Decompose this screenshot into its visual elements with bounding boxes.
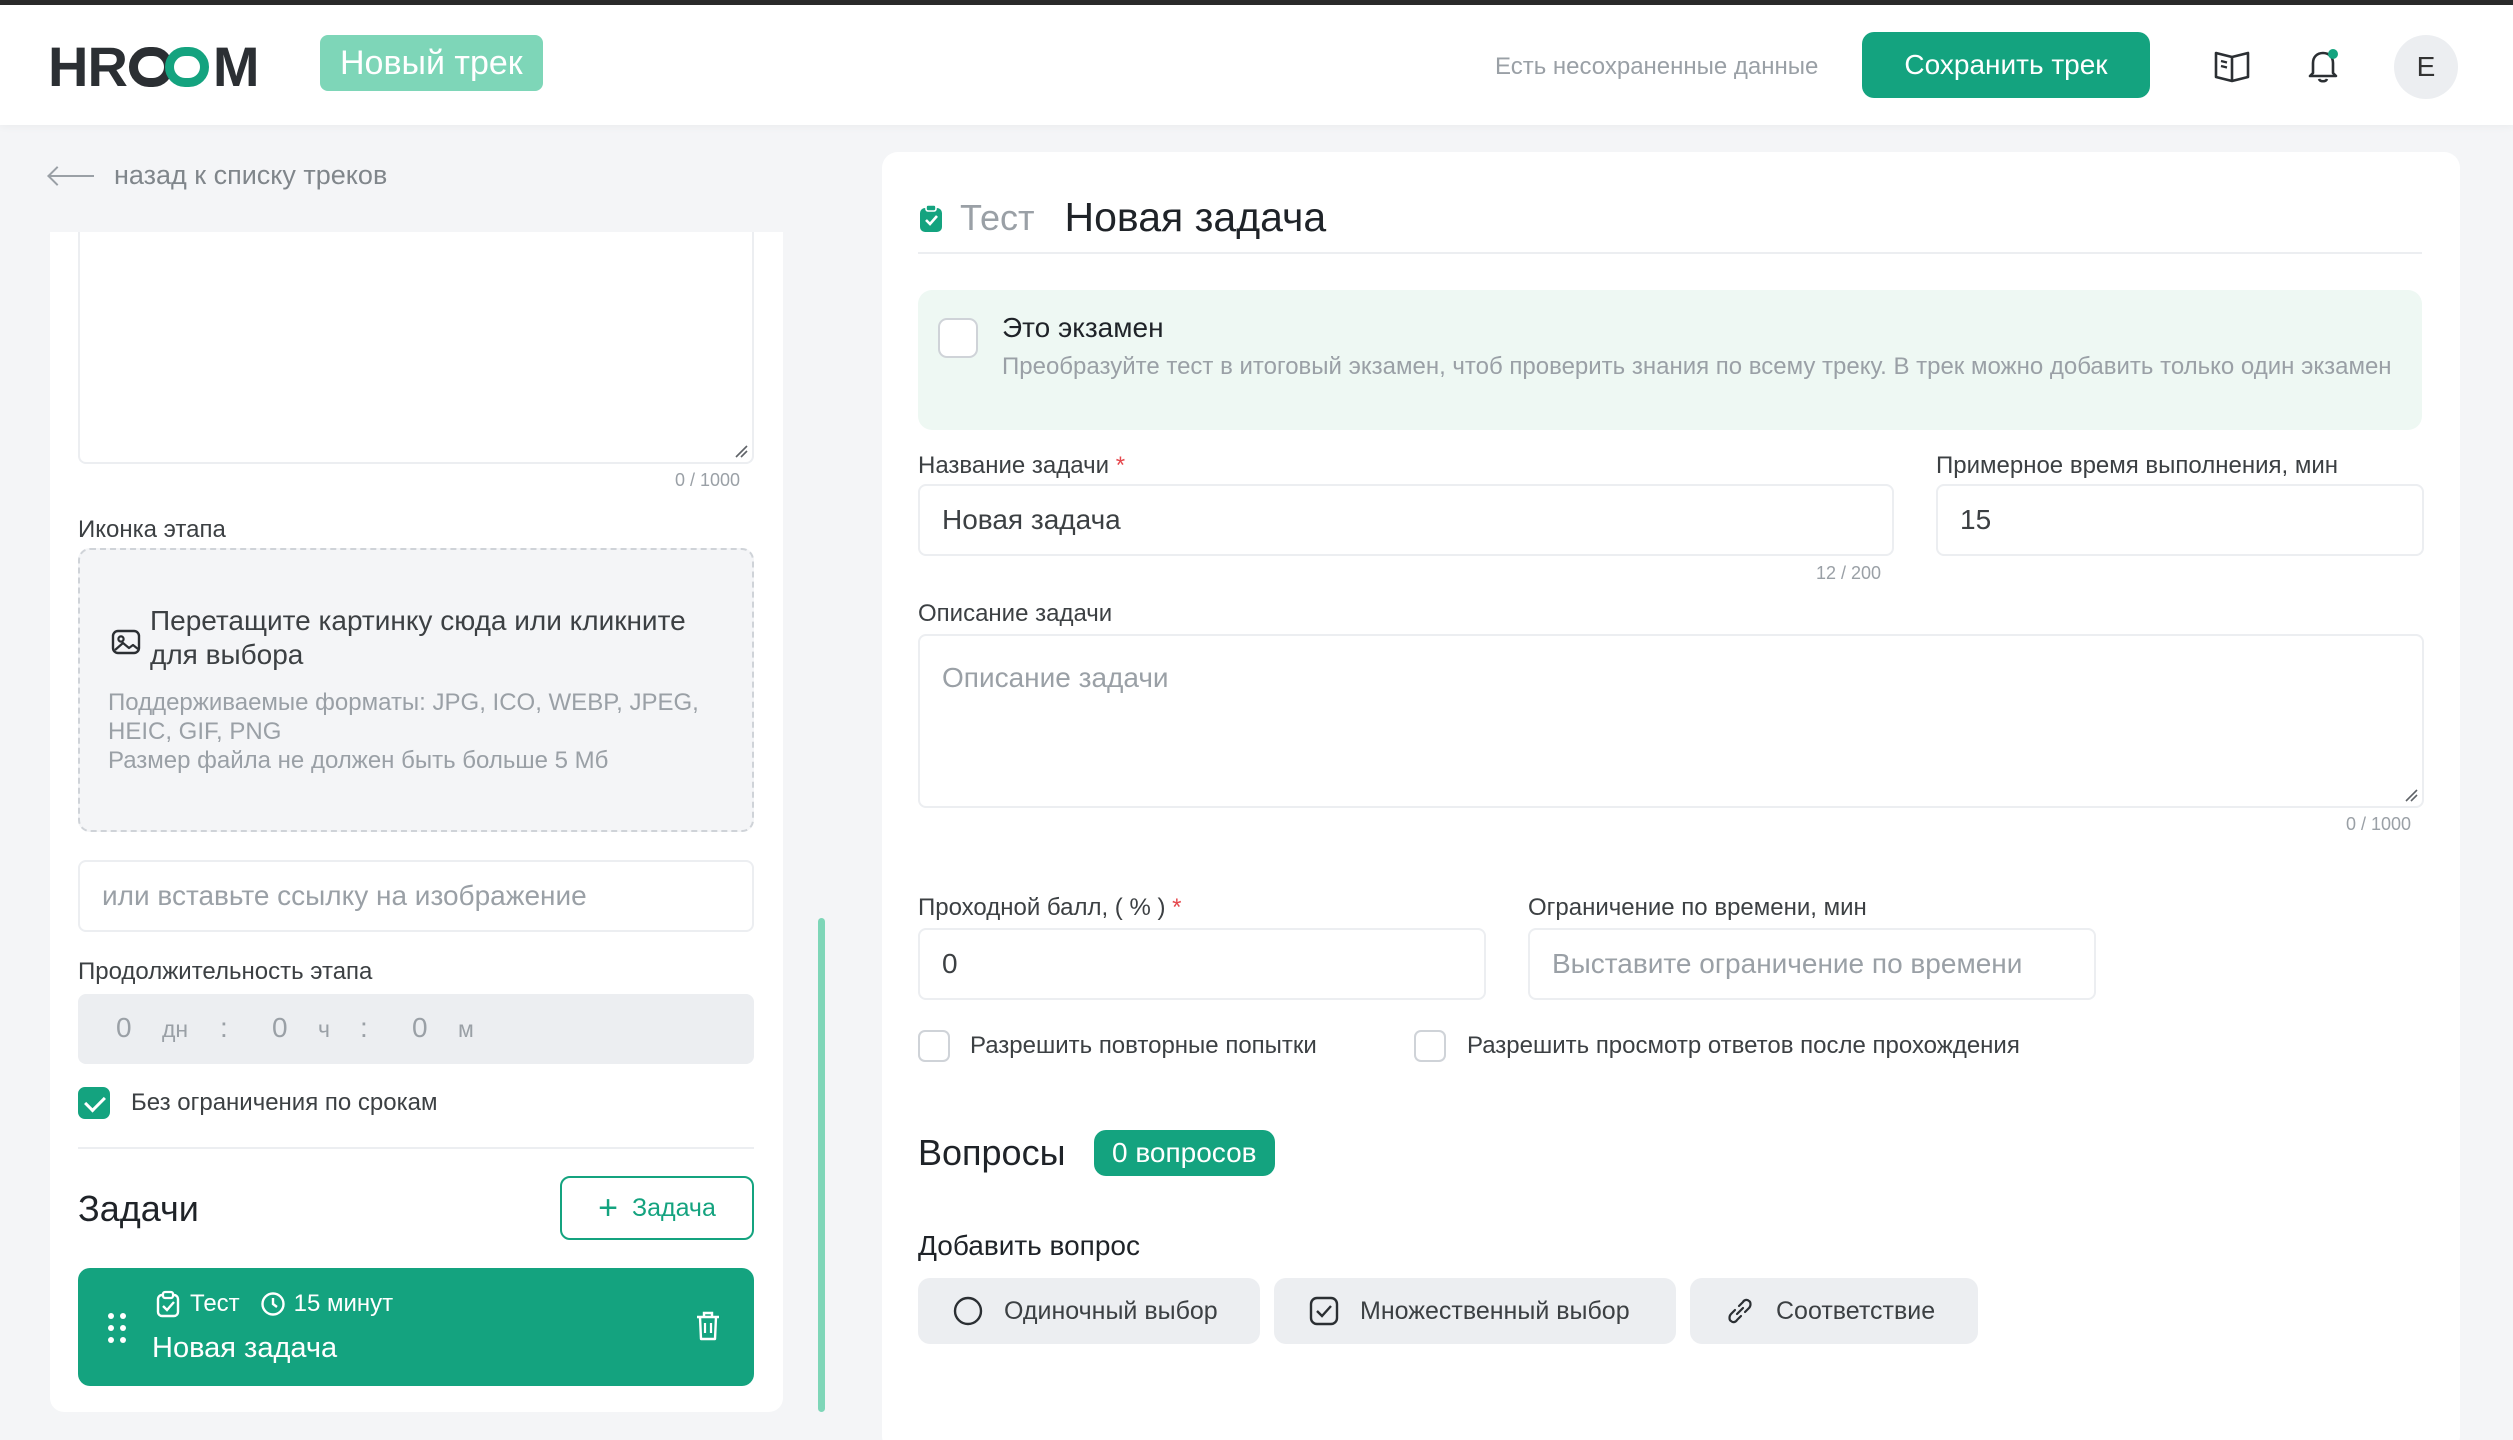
task-duration: 15 минут: [293, 1290, 394, 1317]
image-url-input[interactable]: или вставьте ссылку на изображение: [78, 860, 754, 932]
dropzone-formats: Поддерживаемые форматы: JPG, ICO, WEBP, …: [108, 689, 699, 745]
back-to-tracks-link[interactable]: назад к списку треков: [50, 160, 387, 191]
stage-description-counter: 0 / 1000: [675, 470, 741, 490]
duration-days[interactable]: 0: [116, 1012, 132, 1044]
task-name: Новая задача: [152, 1332, 338, 1364]
book-icon[interactable]: [2212, 45, 2252, 85]
plus-icon: +: [598, 1189, 618, 1227]
exam-description: Преобразуйте тест в итоговый экзамен, чт…: [1002, 353, 2392, 380]
duration-hours[interactable]: 0: [272, 1012, 288, 1044]
duration-minutes[interactable]: 0: [412, 1012, 428, 1044]
left-scrollbar[interactable]: [818, 918, 825, 1412]
estimated-time-input[interactable]: 15: [1936, 484, 2424, 556]
duration-hours-unit: ч: [318, 1016, 330, 1042]
app-header: HR M Новый трек Есть несохраненные данны…: [0, 5, 2513, 125]
trash-icon[interactable]: [694, 1310, 722, 1342]
multiple-choice-label: Множественный выбор: [1360, 1296, 1630, 1325]
required-mark: *: [1172, 894, 1182, 921]
questions-count-badge: 0 вопросов: [1094, 1130, 1275, 1176]
add-task-button[interactable]: + Задача: [560, 1176, 754, 1240]
task-card[interactable]: Тест 15 минут Новая задача: [78, 1268, 754, 1386]
back-label: назад к списку треков: [114, 160, 388, 190]
allow-retry-checkbox[interactable]: [918, 1030, 950, 1062]
clipboard-check-icon: [920, 203, 942, 232]
task-name-label: Название задачи *: [918, 452, 1126, 479]
radio-icon: [953, 1296, 983, 1326]
tasks-title: Задачи: [78, 1188, 199, 1229]
allow-retry-label: Разрешить повторные попытки: [970, 1032, 1317, 1059]
checkbox-icon: [1309, 1296, 1339, 1326]
duration-separator: :: [220, 1012, 228, 1043]
resize-handle-icon[interactable]: [734, 444, 748, 458]
task-editor-title: Новая задача: [1064, 194, 1327, 240]
logo-text-right: M: [212, 35, 260, 98]
logo-text-left: HR: [48, 35, 128, 98]
task-description-placeholder: Описание задачи: [942, 662, 1169, 693]
duration-minutes-unit: м: [458, 1016, 474, 1042]
task-name-counter: 12 / 200: [1816, 563, 1882, 583]
page-badge: Новый трек: [320, 35, 543, 91]
divider: [918, 252, 2422, 254]
exam-toggle-box[interactable]: Это экзамен Преобразуйте тест в итоговый…: [918, 290, 2422, 430]
clock-icon: [260, 1292, 285, 1316]
logo-rings-icon: [128, 47, 211, 87]
task-name-input[interactable]: Новая задача: [918, 484, 1894, 556]
dropzone-size-limit: Размер файла не должен быть больше 5 Мб: [108, 747, 609, 774]
add-task-label: Задача: [631, 1193, 716, 1222]
link-icon: [1728, 1298, 1752, 1324]
logo[interactable]: HR M: [48, 35, 260, 98]
exam-checkbox[interactable]: [938, 318, 978, 358]
dropzone-hint: Поддерживаемые форматы: JPG, ICO, WEBP, …: [108, 688, 738, 775]
pass-score-label: Проходной балл, ( % ) *: [918, 894, 1182, 921]
task-meta: Тест 15 минут: [154, 1290, 393, 1318]
stage-description-textarea[interactable]: [78, 232, 754, 464]
time-limit-input[interactable]: Выставите ограничение по времени: [1528, 928, 2096, 1000]
duration-separator: :: [360, 1012, 368, 1043]
allow-view-answers-checkbox[interactable]: [1414, 1030, 1446, 1062]
drag-handle-icon[interactable]: [106, 1312, 128, 1344]
task-description-label: Описание задачи: [918, 600, 1113, 627]
dropzone-instruction: Перетащите картинку сюда или кликните дл…: [150, 605, 686, 670]
matching-label: Соответствие: [1776, 1296, 1936, 1325]
single-choice-label: Одиночный выбор: [1004, 1296, 1218, 1325]
bell-icon[interactable]: [2303, 45, 2343, 85]
task-editor-header: Тест Новая задача: [918, 194, 1326, 241]
time-limit-label: Ограничение по времени, мин: [1528, 894, 1867, 921]
task-type-label: Тест: [960, 196, 1035, 238]
allow-view-answers-label: Разрешить просмотр ответов после прохожд…: [1467, 1032, 2020, 1059]
pass-score-input[interactable]: 0: [918, 928, 1486, 1000]
add-matching-button[interactable]: Соответствие: [1690, 1278, 1978, 1344]
questions-title: Вопросы: [918, 1132, 1066, 1173]
estimated-time-label: Примерное время выполнения, мин: [1936, 452, 2338, 479]
exam-title: Это экзамен: [1002, 312, 1164, 343]
duration-input[interactable]: 0 дн : 0 ч : 0 м: [78, 994, 754, 1064]
unsaved-status: Есть несохраненные данные: [1495, 53, 1819, 80]
save-track-button[interactable]: Сохранить трек: [1862, 32, 2150, 98]
task-type: Тест: [190, 1290, 240, 1317]
add-single-choice-button[interactable]: Одиночный выбор: [918, 1278, 1260, 1344]
add-multiple-choice-button[interactable]: Множественный выбор: [1274, 1278, 1676, 1344]
resize-handle-icon[interactable]: [2404, 788, 2418, 802]
task-description-textarea[interactable]: Описание задачи: [918, 634, 2424, 808]
user-avatar[interactable]: E: [2394, 35, 2458, 99]
stage-icon-label: Иконка этапа: [78, 516, 226, 543]
image-dropzone[interactable]: Перетащите картинку сюда или кликните дл…: [78, 548, 754, 832]
task-description-counter: 0 / 1000: [2346, 814, 2412, 834]
clipboard-check-icon: [156, 1290, 180, 1318]
image-icon: [111, 629, 141, 655]
add-question-label: Добавить вопрос: [918, 1230, 1140, 1261]
duration-label: Продолжительность этапа: [78, 958, 373, 985]
no-deadline-label: Без ограничения по срокам: [131, 1089, 438, 1116]
arrow-left-icon: [50, 174, 94, 177]
required-mark: *: [1115, 452, 1126, 479]
duration-days-unit: дн: [162, 1016, 189, 1042]
divider: [78, 1147, 754, 1149]
no-deadline-checkbox[interactable]: [78, 1087, 110, 1119]
